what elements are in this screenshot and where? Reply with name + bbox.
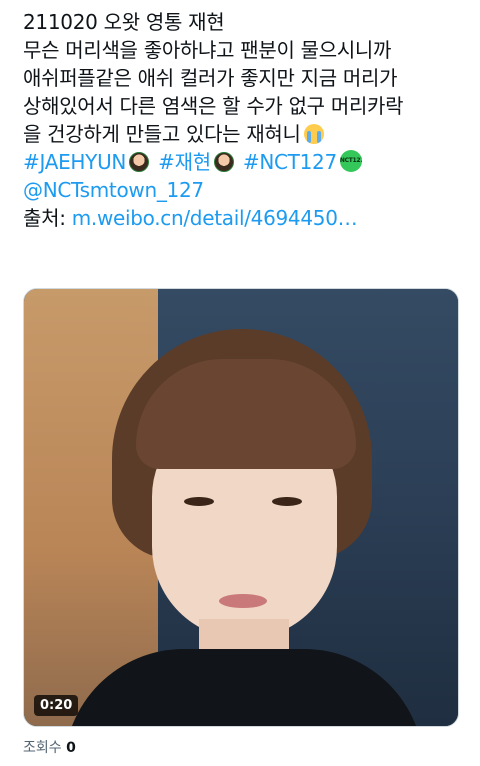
- video-player[interactable]: 0:20: [23, 288, 459, 727]
- hashtags-line: #JAEHYUN #재현 #NCT127 NCT127: [23, 148, 463, 176]
- mention-link[interactable]: @NCTsmtown_127: [23, 178, 204, 202]
- view-count: 조회수 0: [23, 737, 76, 757]
- tweet-line-5: 을 건강하게 만들고 있다는 재혀니: [23, 120, 463, 148]
- hashtag-nct127-link[interactable]: #NCT127: [243, 150, 337, 174]
- jaehyun-emoji-icon: [213, 152, 234, 172]
- tweet-line-2: 무슨 머리색을 좋아하냐고 팬분이 물으시니까: [23, 38, 392, 62]
- video-person-eye-right: [272, 497, 302, 506]
- jaehyun-emoji-icon: [129, 152, 150, 172]
- hashtag-jaehyun-link[interactable]: #JAEHYUN: [23, 150, 126, 174]
- loudly-crying-face-icon: [303, 124, 324, 144]
- view-count-value: 0: [66, 740, 76, 756]
- video-person-eye-left: [184, 497, 214, 506]
- tweet-line-1: 211020 오왓 영통 재현: [23, 10, 225, 34]
- view-count-label: 조회수: [23, 740, 62, 756]
- tweet-text: 211020 오왓 영통 재현 무슨 머리색을 좋아하냐고 팬분이 물으시니까 …: [23, 8, 463, 232]
- video-person-mouth: [219, 594, 267, 608]
- video-timestamp: 0:20: [34, 695, 79, 716]
- nct127-logo-text: NCT127: [339, 157, 362, 164]
- hashtag-jaehyun-kr-link[interactable]: #재현: [158, 150, 211, 174]
- source-label: 출처:: [23, 206, 72, 230]
- tweet-line-5-text: 을 건강하게 만들고 있다는 재혀니: [23, 122, 301, 146]
- mention-line: @NCTsmtown_127: [23, 176, 463, 204]
- nct127-logo-icon: NCT127: [339, 150, 362, 172]
- tweet-line-3: 애쉬퍼플같은 애쉬 컬러가 좋지만 지금 머리가: [23, 66, 398, 90]
- source-link[interactable]: m.weibo.cn/detail/4694450…: [72, 206, 358, 230]
- tweet-line-4: 상해있어서 다른 염색은 할 수가 없구 머리카락: [23, 94, 404, 118]
- source-line: 출처: m.weibo.cn/detail/4694450…: [23, 204, 463, 232]
